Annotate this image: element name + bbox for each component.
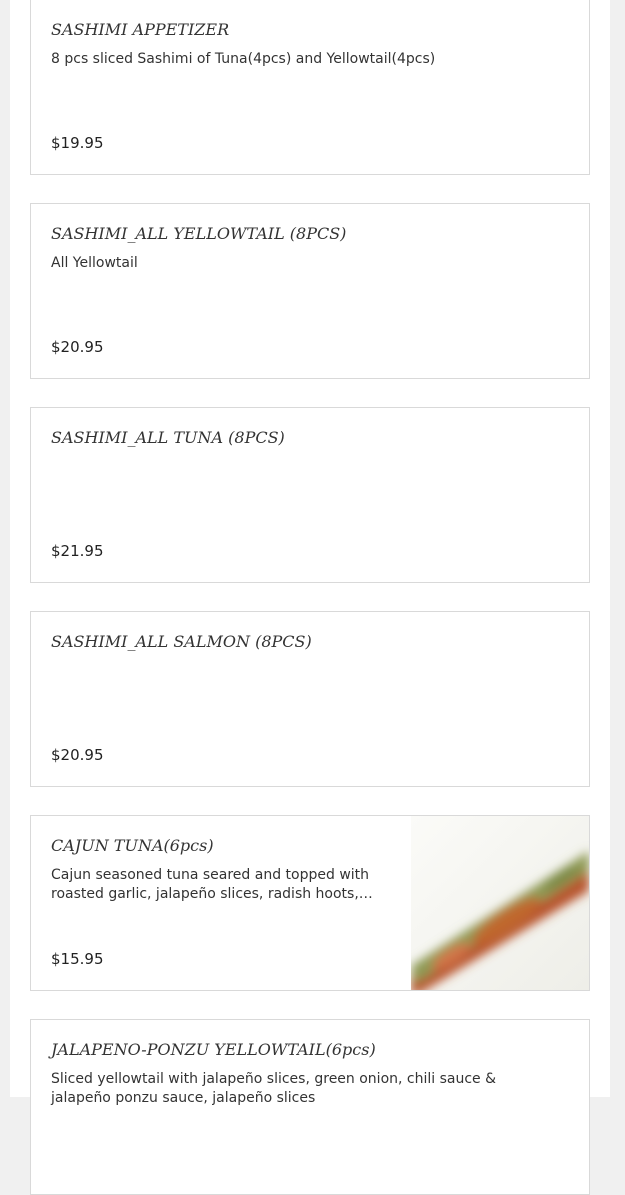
menu-item-description: Cajun seasoned tuna seared and topped wi… [51, 867, 370, 902]
menu-item-price: $19.95 [51, 134, 104, 152]
menu-item-price: $20.95 [51, 338, 104, 356]
menu-item-photo[interactable] [411, 816, 589, 990]
menu-item-price: $15.95 [51, 950, 104, 968]
menu-item-title: SASHIMI_ALL TUNA (8PCS) [51, 428, 285, 447]
menu-item-card[interactable]: SASHIMI_ALL SALMON (8PCS) $20.95 [30, 611, 590, 787]
cajun-tuna-photo [411, 816, 589, 990]
menu-item-card[interactable]: JALAPENO-PONZU YELLOWTAIL(6pcs) Sliced y… [30, 1019, 590, 1195]
menu-item-card[interactable]: SASHIMI_ALL TUNA (8PCS) $21.95 [30, 407, 590, 583]
menu-item-description: 8 pcs sliced Sashimi of Tuna(4pcs) and Y… [51, 51, 436, 67]
menu-item-title: JALAPENO-PONZU YELLOWTAIL(6pcs) [51, 1040, 376, 1059]
menu-item-card[interactable]: CAJUN TUNA(6pcs) Cajun seasoned tuna sea… [30, 815, 590, 991]
menu-item-title: SASHIMI_ALL YELLOWTAIL (8PCS) [51, 224, 347, 243]
menu-item-description: Sliced yellowtail with jalapeño slices, … [51, 1071, 497, 1106]
menu-item-card[interactable]: SASHIMI APPETIZER 8 pcs sliced Sashimi o… [30, 0, 590, 175]
menu-item-title: SASHIMI_ALL SALMON (8PCS) [51, 632, 312, 651]
menu-item-price: $21.95 [51, 542, 104, 560]
menu-item-card[interactable]: SASHIMI_ALL YELLOWTAIL (8PCS) All Yellow… [30, 203, 590, 379]
menu-item-title: CAJUN TUNA(6pcs) [51, 836, 214, 855]
menu-item-description: All Yellowtail [51, 255, 138, 271]
menu-item-title: SASHIMI APPETIZER [51, 20, 230, 39]
menu-item-price: $20.95 [51, 746, 104, 764]
